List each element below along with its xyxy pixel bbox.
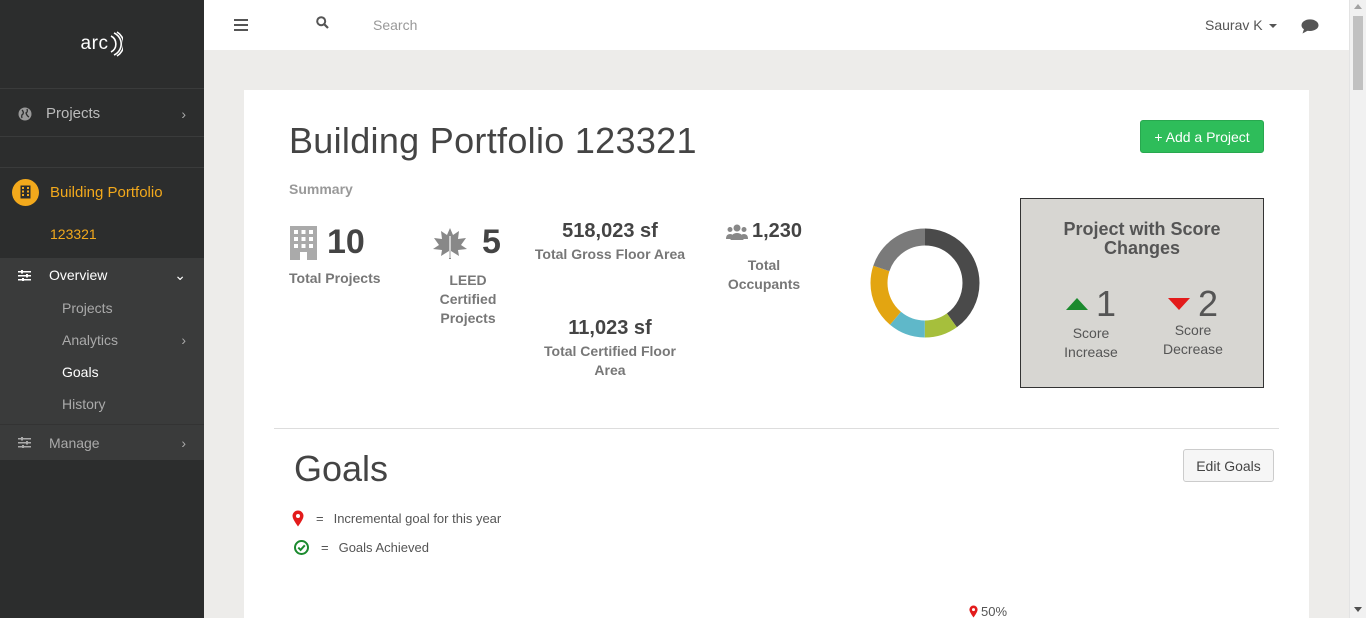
legend-incremental-goal: = Incremental goal for this year — [292, 510, 501, 527]
sub-item-label: Projects — [62, 300, 113, 316]
manage-label: Manage — [49, 434, 100, 451]
gross-area-label: Total Gross Floor Area — [534, 246, 686, 262]
score-decrease-stat[interactable]: 2 Score Decrease — [1148, 283, 1238, 359]
certified-floor-area-stat: 11,023 sf Total Certified Floor Area — [530, 317, 690, 380]
chevron-down-icon: ⌄ — [174, 266, 186, 283]
sub-item-label: Analytics — [62, 332, 119, 348]
leed-label-line1: LEED — [449, 272, 487, 288]
legend-achieved-text: Goals Achieved — [338, 540, 429, 555]
triangle-down-icon — [1167, 298, 1190, 310]
search-input[interactable] — [373, 17, 673, 33]
sidebar-item-analytics[interactable]: Analytics › — [0, 324, 204, 356]
leed-label-line2: Certified — [439, 291, 497, 307]
score-changes-panel: Project with Score Changes 1 Score Incre… — [1020, 198, 1264, 388]
occupants-stat: 1,230 Total Occupants — [714, 220, 814, 294]
score-increase-stat[interactable]: 1 Score Increase — [1046, 283, 1136, 362]
sidebar-item-label: Projects — [46, 105, 101, 122]
arc-waves-icon — [111, 31, 124, 57]
sub-item-label: History — [62, 396, 106, 412]
portfolio-id: 123321 — [50, 226, 97, 242]
sidebar-item-building-portfolio[interactable]: Building Portfolio — [0, 178, 204, 206]
office-building-icon — [290, 225, 317, 260]
occupants-label-line1: Total — [747, 257, 781, 273]
certified-area-label-line1: Total Certified Floor — [544, 343, 676, 359]
score-panel-title: Project with Score Changes — [1021, 220, 1263, 258]
leed-value: 5 — [482, 223, 501, 261]
sidebar-item-projects[interactable]: Projects › — [0, 91, 204, 137]
legend-equals: = — [321, 540, 329, 555]
chevron-right-icon: › — [181, 434, 186, 451]
score-increase-label-line2: Increase — [1064, 344, 1118, 360]
overview-submenu: Projects Analytics › Goals History — [0, 292, 204, 424]
add-project-button[interactable]: + Add a Project — [1140, 120, 1264, 153]
sidebar-item-history[interactable]: History — [0, 388, 204, 420]
page-title: Building Portfolio 123321 — [289, 120, 697, 161]
certified-area-value: 11,023 sf — [568, 317, 652, 339]
overview-label: Overview — [49, 267, 108, 283]
logo-text: arc — [80, 33, 109, 54]
search-icon[interactable] — [316, 16, 329, 34]
legend-goals-achieved: = Goals Achieved — [294, 540, 429, 555]
map-pin-icon — [292, 510, 304, 527]
occupants-value: 1,230 — [751, 220, 803, 242]
sidebar-item-projects-sub[interactable]: Projects — [0, 292, 204, 324]
leed-certified-stat: 5 LEED Certified Projects — [432, 223, 504, 328]
edit-goals-button[interactable]: Edit Goals — [1183, 449, 1274, 482]
top-bar: Saurav K — [204, 0, 1349, 50]
score-panel-title-line2: Changes — [1103, 238, 1181, 258]
map-pin-icon — [969, 605, 978, 618]
scroll-thumb[interactable] — [1353, 16, 1363, 90]
certified-area-label-line2: Area — [594, 362, 626, 378]
scroll-up-arrow-icon[interactable] — [1354, 4, 1362, 9]
leed-label-line3: Projects — [440, 310, 496, 326]
total-projects-label: Total Projects — [289, 270, 381, 286]
certification-donut-chart — [870, 228, 980, 338]
building-icon — [12, 178, 39, 206]
user-name: Saurav K — [1205, 17, 1263, 33]
goal-marker: 50% — [969, 604, 1007, 618]
triangle-up-icon — [1065, 298, 1088, 310]
score-decrease-label-line2: Decrease — [1163, 341, 1223, 357]
score-decrease-value: 2 — [1197, 283, 1219, 324]
arc-logo[interactable]: arc — [0, 0, 204, 89]
sub-item-label: Goals — [62, 364, 99, 380]
page-scrollbar[interactable] — [1349, 0, 1366, 618]
sidebar: arc Projects › Building Portfolio 123321… — [0, 0, 204, 618]
portfolio-card: Building Portfolio 123321 + Add a Projec… — [244, 90, 1309, 618]
section-divider — [274, 428, 1279, 429]
sidebar-item-goals[interactable]: Goals — [0, 356, 204, 388]
score-increase-label-line1: Score — [1072, 325, 1110, 341]
portfolio-section: Building Portfolio 123321 — [0, 167, 204, 250]
total-projects-stat: 10 Total Projects — [289, 223, 384, 288]
sliders-icon — [18, 269, 31, 281]
legend-equals: = — [316, 511, 324, 526]
sidebar-item-manage[interactable]: Manage › — [0, 424, 204, 460]
gross-floor-area-stat: 518,023 sf Total Gross Floor Area — [530, 220, 690, 264]
goal-marker-value: 50% — [981, 604, 1008, 618]
goals-title: Goals — [294, 448, 389, 489]
leed-leaf-icon — [433, 227, 467, 259]
caret-down-icon — [1268, 24, 1277, 28]
user-menu[interactable]: Saurav K — [1205, 17, 1277, 33]
chevron-right-icon: › — [181, 332, 186, 348]
scroll-down-arrow-icon[interactable] — [1354, 607, 1362, 612]
summary-label: Summary — [289, 181, 353, 197]
sidebar-item-overview[interactable]: Overview ⌄ — [0, 258, 204, 292]
score-panel-title-line1: Project with Score — [1063, 219, 1221, 239]
score-increase-value: 1 — [1095, 283, 1117, 324]
globe-icon — [18, 107, 32, 120]
legend-incremental-text: Incremental goal for this year — [333, 511, 502, 526]
check-circle-icon — [294, 540, 309, 555]
sliders-icon — [18, 437, 31, 448]
score-decrease-label-line1: Score — [1174, 322, 1212, 338]
occupants-label-line2: Occupants — [727, 276, 801, 292]
hamburger-menu-icon[interactable] — [234, 19, 248, 31]
total-projects-value: 10 — [327, 223, 365, 261]
gross-area-value: 518,023 sf — [562, 220, 658, 242]
chat-bubble-icon[interactable] — [1301, 19, 1319, 39]
portfolio-title: Building Portfolio — [50, 183, 163, 201]
people-group-icon — [725, 224, 748, 240]
chevron-right-icon: › — [181, 105, 186, 122]
